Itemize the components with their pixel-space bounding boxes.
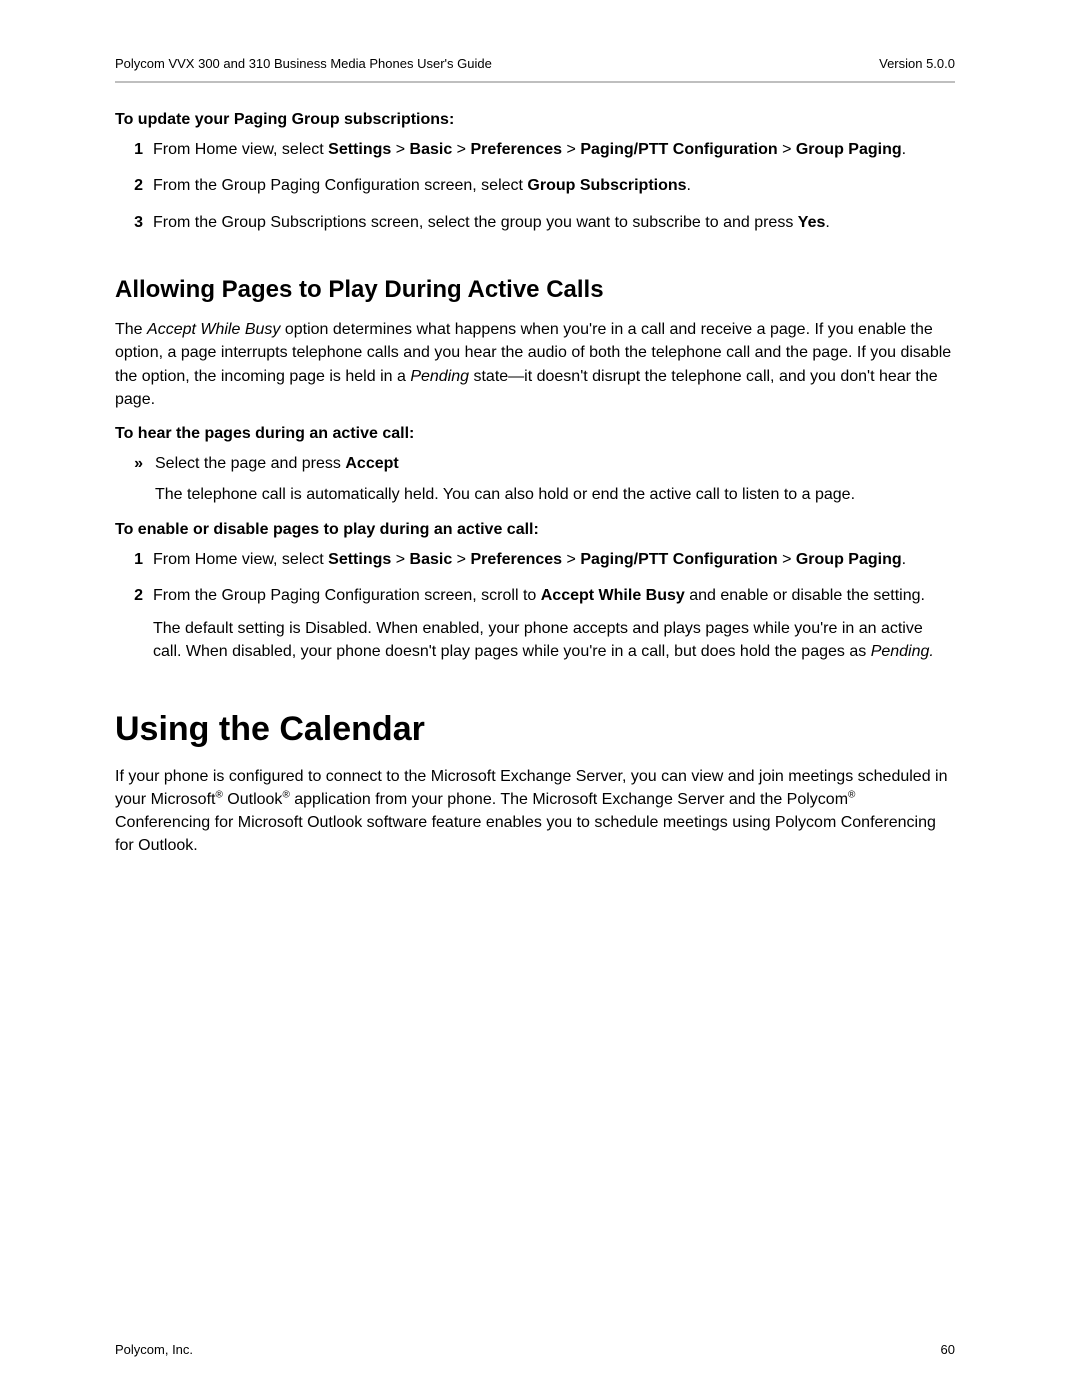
registered-mark-icon: ® xyxy=(215,790,222,801)
ordered-step: 2 From the Group Paging Configuration sc… xyxy=(115,585,955,664)
registered-mark-icon: ® xyxy=(848,790,855,801)
procedure-title: To update your Paging Group subscription… xyxy=(115,111,955,129)
ordered-step: 1 From Home view, select Settings > Basi… xyxy=(115,549,955,571)
step-number: 1 xyxy=(115,549,153,571)
procedure-title: To enable or disable pages to play durin… xyxy=(115,521,955,539)
section-heading: Allowing Pages to Play During Active Cal… xyxy=(115,276,955,304)
document-page: Polycom VVX 300 and 310 Business Media P… xyxy=(0,0,1080,1397)
doc-title: Polycom VVX 300 and 310 Business Media P… xyxy=(115,56,492,71)
step-continuation: The telephone call is automatically held… xyxy=(155,483,955,506)
step-number: 1 xyxy=(115,139,153,161)
page-footer: Polycom, Inc. 60 xyxy=(115,1342,955,1357)
running-header: Polycom VVX 300 and 310 Business Media P… xyxy=(115,56,955,71)
body-paragraph: The Accept While Busy option determines … xyxy=(115,318,955,411)
bullet-body: Select the page and press Accept xyxy=(155,453,955,475)
chapter-heading: Using the Calendar xyxy=(115,710,955,749)
footer-company: Polycom, Inc. xyxy=(115,1342,193,1357)
bullet-item: » Select the page and press Accept xyxy=(115,453,955,475)
step-body: From the Group Paging Configuration scre… xyxy=(153,585,955,664)
step-body: From Home view, select Settings > Basic … xyxy=(153,549,955,571)
procedure-title: To hear the pages during an active call: xyxy=(115,425,955,443)
version-label: Version 5.0.0 xyxy=(879,56,955,71)
bullet-marker: » xyxy=(115,453,155,475)
ordered-step: 2 From the Group Paging Configuration sc… xyxy=(115,175,955,197)
step-body: From the Group Paging Configuration scre… xyxy=(153,175,955,197)
ordered-step: 1 From Home view, select Settings > Basi… xyxy=(115,139,955,161)
ordered-step: 3 From the Group Subscriptions screen, s… xyxy=(115,212,955,234)
registered-mark-icon: ® xyxy=(282,790,289,801)
body-paragraph: If your phone is configured to connect t… xyxy=(115,765,955,858)
step-continuation: The default setting is Disabled. When en… xyxy=(153,617,955,663)
header-rule xyxy=(115,81,955,83)
step-number: 2 xyxy=(115,175,153,197)
step-number: 3 xyxy=(115,212,153,234)
step-number: 2 xyxy=(115,585,153,664)
step-body: From the Group Subscriptions screen, sel… xyxy=(153,212,955,234)
page-number: 60 xyxy=(941,1342,955,1357)
step-body: From Home view, select Settings > Basic … xyxy=(153,139,955,161)
